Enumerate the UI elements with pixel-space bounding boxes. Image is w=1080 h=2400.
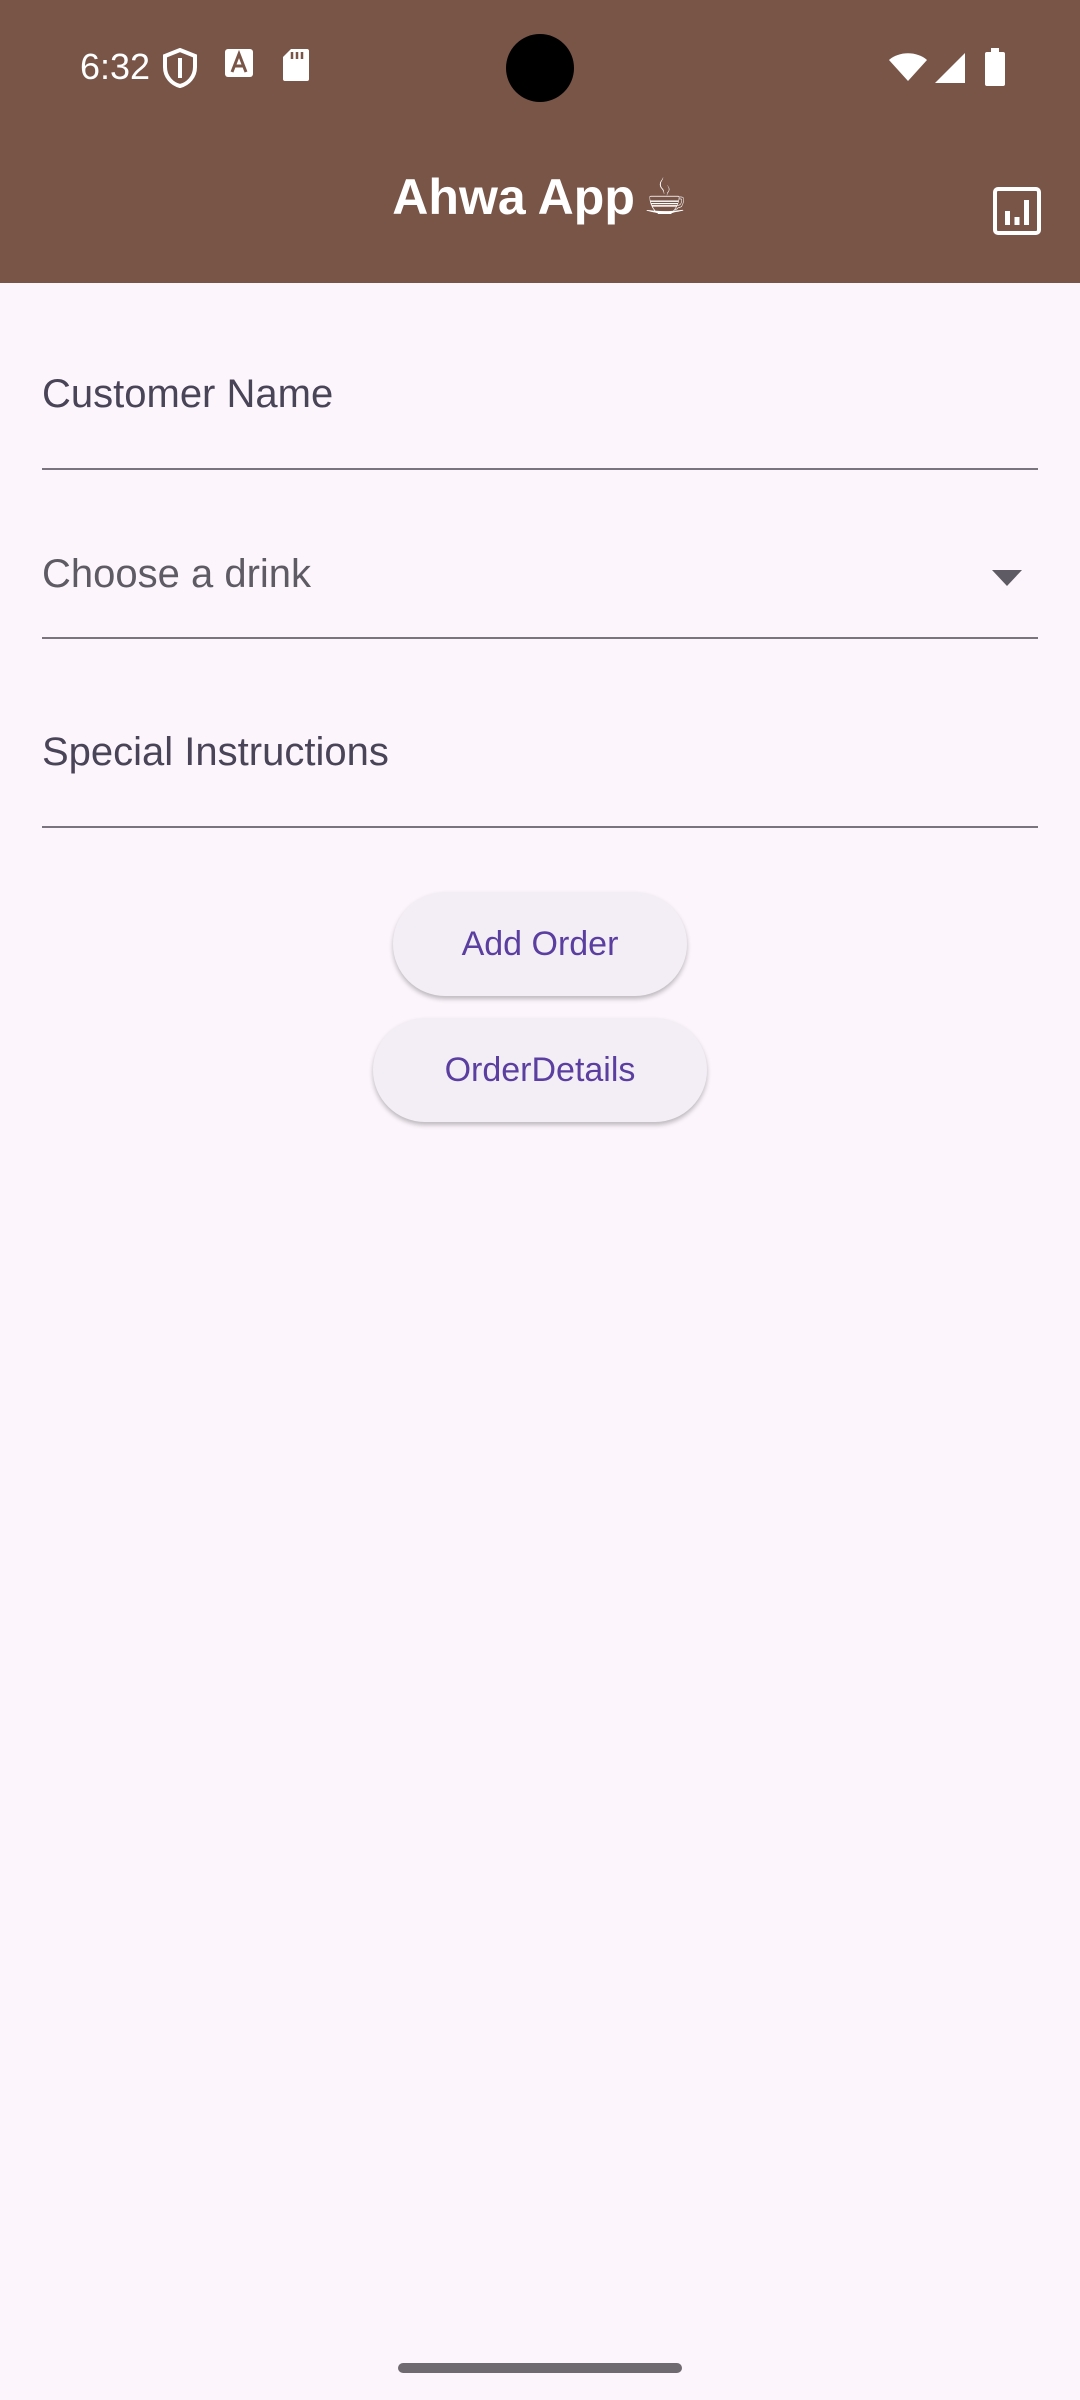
app-title: Ahwa App ☕ <box>0 172 1080 222</box>
customer-name-field[interactable]: Customer Name <box>42 360 1038 472</box>
battery-icon <box>985 48 1005 86</box>
sd-card-icon <box>283 49 309 81</box>
home-indicator[interactable] <box>398 2363 682 2373</box>
special-instructions-field[interactable]: Special Instructions <box>42 718 1038 830</box>
app-title-text: Ahwa App <box>392 169 635 225</box>
add-order-label: Add Order <box>461 924 619 963</box>
order-details-label: OrderDetails <box>444 1050 636 1089</box>
order-details-button[interactable]: OrderDetails <box>373 1018 707 1122</box>
bar-chart-icon[interactable] <box>992 186 1042 236</box>
app-bar: 6:32 Ahwa App ☕ <box>0 0 1080 283</box>
signal-icon <box>935 53 965 83</box>
font-download-icon <box>225 49 253 77</box>
add-order-button[interactable]: Add Order <box>393 892 687 996</box>
front-camera <box>506 34 574 102</box>
drink-dropdown[interactable]: Choose a drink <box>42 540 1038 640</box>
special-instructions-label: Special Instructions <box>42 730 389 774</box>
status-bar: 6:32 <box>0 0 1080 136</box>
drink-dropdown-placeholder: Choose a drink <box>42 552 312 596</box>
dropdown-arrow-icon <box>992 570 1022 586</box>
customer-name-underline <box>42 468 1038 470</box>
status-time: 6:32 <box>80 46 151 87</box>
shield-icon <box>163 48 197 88</box>
coffee-emoji-icon: ☕ <box>642 169 688 225</box>
customer-name-label: Customer Name <box>42 372 334 416</box>
drink-dropdown-underline <box>42 637 1038 639</box>
wifi-icon <box>889 53 927 81</box>
special-instructions-underline <box>42 826 1038 828</box>
